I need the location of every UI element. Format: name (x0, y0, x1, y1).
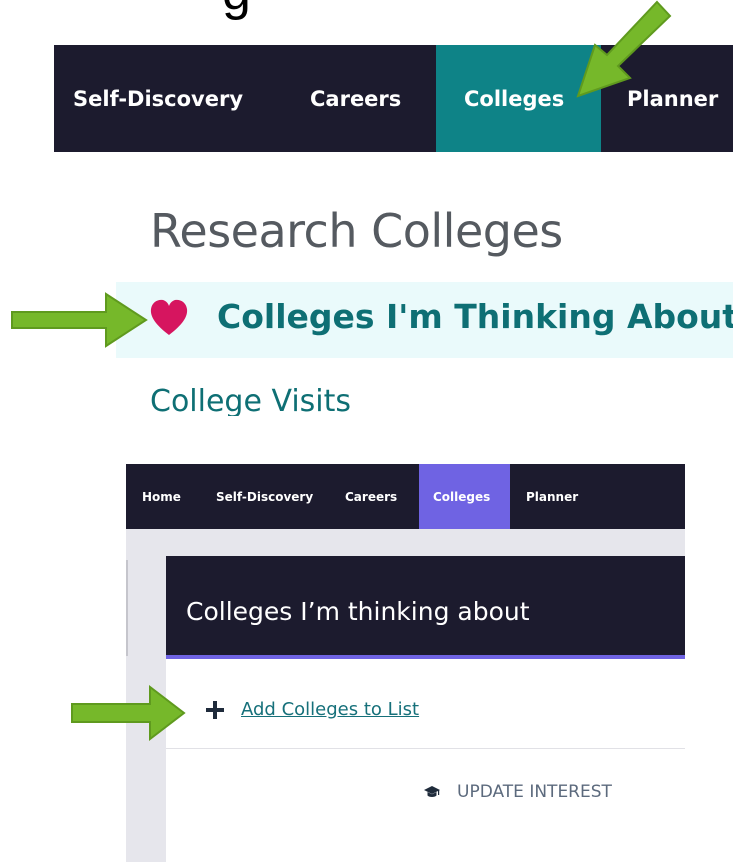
cut-off-heading-fragment: g (222, 0, 251, 18)
bottom-nav-item-home[interactable]: Home (126, 464, 200, 529)
divider (166, 748, 685, 749)
green-arrow-icon (71, 685, 186, 741)
menu-section-title: Research Colleges (150, 204, 563, 258)
green-arrow-icon (576, 0, 672, 98)
graduation-cap-icon (424, 786, 440, 797)
update-interest-button[interactable]: UPDATE INTEREST (424, 782, 612, 802)
plus-icon (206, 700, 224, 719)
green-arrow-icon (11, 292, 148, 348)
sidebar-edge (126, 560, 128, 656)
bottom-nav-item-planner[interactable]: Planner (510, 464, 578, 529)
heart-icon (150, 299, 188, 335)
bottom-nav-item-careers[interactable]: Careers (335, 464, 419, 529)
update-interest-label: UPDATE INTEREST (457, 782, 612, 802)
add-colleges-row[interactable]: Add Colleges to List (206, 699, 419, 720)
bottom-nav-bar: Home Self-Discovery Careers Colleges Pla… (126, 464, 685, 529)
bottom-nav-item-self-discovery[interactable]: Self-Discovery (200, 464, 335, 529)
add-colleges-link[interactable]: Add Colleges to List (241, 699, 419, 720)
card-title: Colleges I’m thinking about (186, 597, 530, 626)
menu-item-college-visits[interactable]: College Visits (150, 382, 351, 416)
nav-item-self-discovery[interactable]: Self-Discovery (54, 45, 292, 152)
menu-item-colleges-thinking-about[interactable]: Colleges I'm Thinking About (217, 297, 733, 336)
college-visits-label: College Visits (150, 384, 352, 416)
bottom-nav-item-colleges[interactable]: Colleges (419, 464, 510, 529)
card-body (166, 659, 685, 862)
nav-item-careers[interactable]: Careers (292, 45, 436, 152)
